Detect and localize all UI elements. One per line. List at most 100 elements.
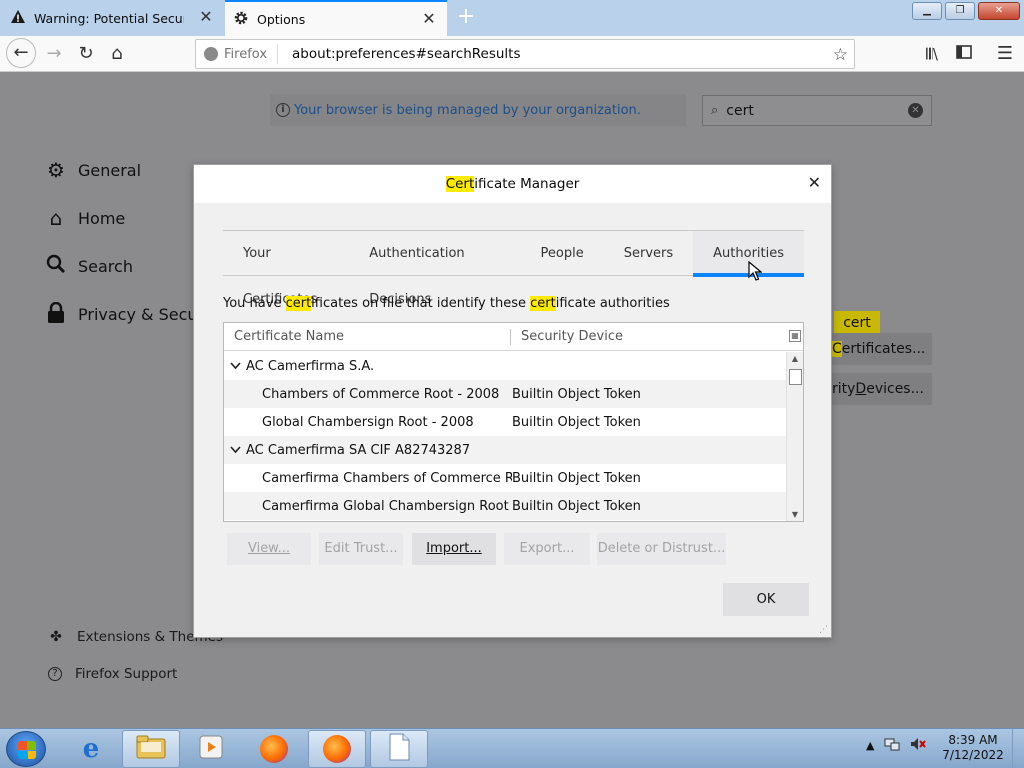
tab-close-icon[interactable]: ✕ (198, 9, 214, 25)
windows-taskbar: e ▲ 8:39 AM 7/12/2022 (0, 728, 1024, 768)
ok-button[interactable]: OK (723, 583, 809, 616)
firefox-support-link[interactable]: ? Firefox Support (48, 666, 177, 682)
bookmark-star-icon[interactable]: ☆ (833, 45, 848, 65)
certificate-tabs: Your Certificates Authentication Decisio… (223, 230, 804, 307)
scroll-down-arrow-icon[interactable]: ▼ (787, 508, 803, 521)
volume-muted-icon[interactable] (910, 737, 927, 754)
close-icon[interactable]: ✕ (808, 175, 821, 191)
category-search[interactable]: Search (44, 254, 133, 278)
title-highlight: Cert (445, 176, 475, 192)
new-tab-button[interactable]: + (452, 4, 480, 32)
resize-grip-icon[interactable]: ⋰ (819, 625, 829, 635)
tree-row[interactable]: Global Chambersign Root - 2008 Builtin O… (224, 408, 787, 436)
scroll-up-arrow-icon[interactable]: ▲ (787, 352, 803, 366)
clock-time: 8:39 AM (948, 733, 998, 747)
export-button[interactable]: Export... (504, 533, 590, 565)
url-text[interactable]: about:preferences#searchResults (278, 46, 520, 62)
back-arrow-icon: ← (13, 42, 29, 63)
column-picker-icon[interactable]: ▦ (789, 330, 801, 342)
forward-button[interactable]: → (40, 40, 68, 68)
category-label: General (78, 160, 142, 180)
tab-servers[interactable]: Servers (604, 231, 693, 276)
taskbar-file-explorer[interactable] (122, 730, 180, 768)
identity-label: Firefox (224, 46, 268, 62)
managed-notice[interactable]: i Your browser is being managed by your … (270, 94, 686, 126)
minimize-button[interactable]: ▁ (912, 2, 942, 20)
clock-date: 7/12/2022 (942, 748, 1004, 762)
tab-authentication-decisions[interactable]: Authentication Decisions (349, 231, 520, 307)
identity-box[interactable]: Firefox (196, 44, 279, 64)
tree-row[interactable]: Chambers of Commerce Root - 2008 Builtin… (224, 380, 787, 408)
search-match-tooltip: cert (834, 311, 880, 335)
certificate-name: AC Camerfirma S.A. (246, 358, 375, 374)
security-device: Builtin Object Token (512, 386, 641, 402)
edit-trust-button[interactable]: Edit Trust... (319, 533, 403, 565)
start-button[interactable] (6, 731, 46, 767)
taskbar-firefox[interactable] (245, 730, 303, 768)
vertical-scrollbar[interactable]: ▲ ▼ (786, 352, 803, 521)
home-icon: ⌂ (49, 206, 63, 230)
chevron-down-icon[interactable] (224, 360, 246, 373)
library-button[interactable]: 𝄃𝄃\ (918, 40, 946, 68)
menu-button[interactable]: ☰ (991, 40, 1019, 68)
column-certificate-name[interactable]: Certificate Name (224, 328, 511, 345)
tree-row-group[interactable]: AC Camerfirma SA CIF A82743287 (224, 436, 787, 464)
gear-icon (233, 10, 249, 29)
reload-button[interactable]: ↻ (72, 40, 100, 68)
close-window-button[interactable]: ✕ (978, 2, 1020, 20)
category-home[interactable]: ⌂ Home (44, 206, 126, 230)
security-devices-button[interactable]: rity Devices... (820, 373, 932, 405)
show-desktop-button[interactable] (1012, 729, 1024, 768)
tab-close-icon[interactable]: ✕ (421, 11, 437, 27)
button-label: evices... (866, 381, 924, 397)
tab-security-warning[interactable]: Warning: Potential Security Risk ✕ (0, 0, 224, 36)
taskbar-notepad[interactable] (370, 730, 428, 768)
sidebar-button[interactable] (950, 40, 978, 68)
delete-distrust-button[interactable]: Delete or Distrust... (597, 533, 726, 565)
navigation-toolbar: ← → ↻ ⌂ Firefox about:preferences#search… (0, 36, 1024, 72)
button-label: OK (756, 592, 776, 607)
warning-icon (10, 9, 26, 28)
view-certificates-button[interactable]: Certificates... (820, 333, 932, 365)
restore-button[interactable]: ❐ (945, 2, 975, 20)
clear-search-icon[interactable]: ✕ (908, 103, 923, 118)
security-device: Builtin Object Token (512, 498, 641, 514)
lock-icon (44, 301, 68, 326)
url-bar[interactable]: Firefox about:preferences#searchResults … (195, 39, 855, 69)
system-clock[interactable]: 8:39 AM 7/12/2022 (940, 733, 1006, 763)
back-button[interactable]: ← (6, 38, 36, 68)
home-button[interactable]: ⌂ (103, 40, 131, 68)
network-icon[interactable] (884, 737, 900, 754)
windows-logo-icon (18, 741, 36, 759)
category-general[interactable]: ⚙ General (44, 158, 141, 182)
taskbar-media-player[interactable] (182, 730, 240, 768)
taskbar-internet-explorer[interactable]: e (62, 730, 120, 768)
tree-row[interactable]: Camerfirma Chambers of Commerce Root Bui… (224, 464, 787, 492)
browser-titlebar: Warning: Potential Security Risk ✕ Optio… (0, 0, 1024, 36)
tab-your-certificates[interactable]: Your Certificates (223, 231, 349, 307)
tab-title: Options (257, 11, 306, 27)
tree-row[interactable]: Camerfirma Global Chambersign Root Built… (224, 492, 787, 520)
tab-options[interactable]: Options ✕ (225, 0, 447, 36)
tree-row-group[interactable]: AC Camerfirma S.A. (224, 352, 787, 380)
document-icon (388, 733, 410, 765)
help-icon: ? (48, 667, 62, 681)
tab-title: Warning: Potential Security Risk (34, 10, 184, 26)
access-key-char: D (855, 381, 867, 397)
hamburger-menu-icon: ☰ (996, 43, 1014, 64)
mouse-cursor-icon (748, 260, 763, 281)
button-label: Export... (519, 541, 575, 556)
taskbar-firefox-active[interactable] (308, 730, 366, 768)
dialog-title: Certificate Manager (194, 165, 831, 203)
column-security-device[interactable]: Security Device (511, 329, 623, 345)
preferences-search-input[interactable]: ⌕ cert ✕ (702, 95, 932, 126)
chevron-down-icon[interactable] (224, 444, 246, 457)
tab-people[interactable]: People (521, 231, 604, 276)
view-button[interactable]: View... (227, 533, 311, 565)
scrollbar-thumb[interactable] (789, 369, 802, 385)
button-label: ertificates... (841, 341, 926, 357)
show-hidden-icons-icon[interactable]: ▲ (866, 739, 874, 752)
import-button[interactable]: Import... (412, 533, 496, 565)
certificate-tree[interactable]: Certificate Name Security Device ▦ AC Ca… (223, 322, 804, 522)
category-privacy[interactable]: Privacy & Securi (44, 301, 209, 326)
